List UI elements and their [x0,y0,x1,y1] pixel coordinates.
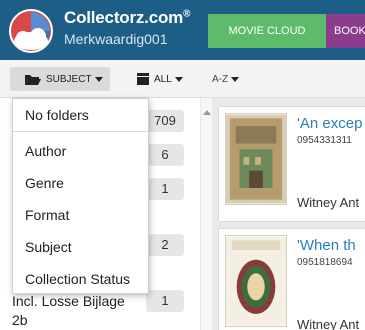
scroll-up-icon[interactable] [203,110,211,115]
chevron-down-icon [94,76,103,82]
menu-item-no-folders[interactable]: No folders [13,99,148,131]
menu-divider [13,131,148,132]
sort-button[interactable]: A-Z [212,67,240,91]
book-card[interactable]: 'An excep 0954331311 Witney Ant [218,106,365,222]
filter-all-label: ALL [154,73,172,85]
list-icon [137,73,149,85]
folder-open-icon [25,74,41,85]
filter-all-button[interactable]: ALL [136,67,183,91]
toolbar: SUBJECT ALL A-Z [0,60,365,98]
folder-select-button[interactable]: SUBJECT [10,67,110,91]
folder-count: 6 [146,144,184,166]
tab-book-cloud[interactable]: BOOK [326,14,365,48]
tab-movie-cloud[interactable]: MOVIE CLOUD [208,14,326,48]
book-isbn: 0951818694 [297,257,353,268]
folder-count: 1 [146,178,184,200]
book-cover-image [225,235,287,327]
book-list: 'An excep 0954331311 Witney Ant 'When th… [212,98,365,330]
menu-item-author[interactable]: Author [13,135,148,167]
folder-count: 709 [146,110,184,132]
folder-label: Incl. Losse Bijlage [12,293,125,309]
sort-label: A-Z [212,73,229,85]
menu-item-collection-status[interactable]: Collection Status [13,263,148,295]
book-card[interactable]: 'When th 0951818694 Witney Ant [218,228,365,330]
book-title[interactable]: 'When th [297,237,356,254]
chevron-down-icon [174,76,183,82]
brand-name: Collectorz.com® [64,8,191,27]
chevron-down-icon [231,76,240,82]
collectorz-logo-icon [9,9,53,53]
book-author: Witney Ant [297,317,360,330]
book-isbn: 0954331311 [297,135,352,146]
book-author: Witney Ant [297,195,360,210]
book-cover-image [225,113,287,205]
menu-item-genre[interactable]: Genre [13,167,148,199]
folder-select-label: SUBJECT [46,73,92,85]
folder-count: 1 [146,290,184,312]
folder-scrollbar[interactable] [200,98,212,330]
menu-item-format[interactable]: Format [13,199,148,231]
folder-dropdown-menu: No folders Author Genre Format Subject C… [12,98,149,294]
folder-label: 2b [12,312,28,328]
menu-item-subject[interactable]: Subject [13,231,148,263]
book-title[interactable]: 'An excep [297,115,362,132]
app-header: Collectorz.com® Merkwaardig001 MOVIE CLO… [0,0,365,60]
account-name[interactable]: Merkwaardig001 [64,31,168,47]
folder-count: 2 [146,234,184,256]
